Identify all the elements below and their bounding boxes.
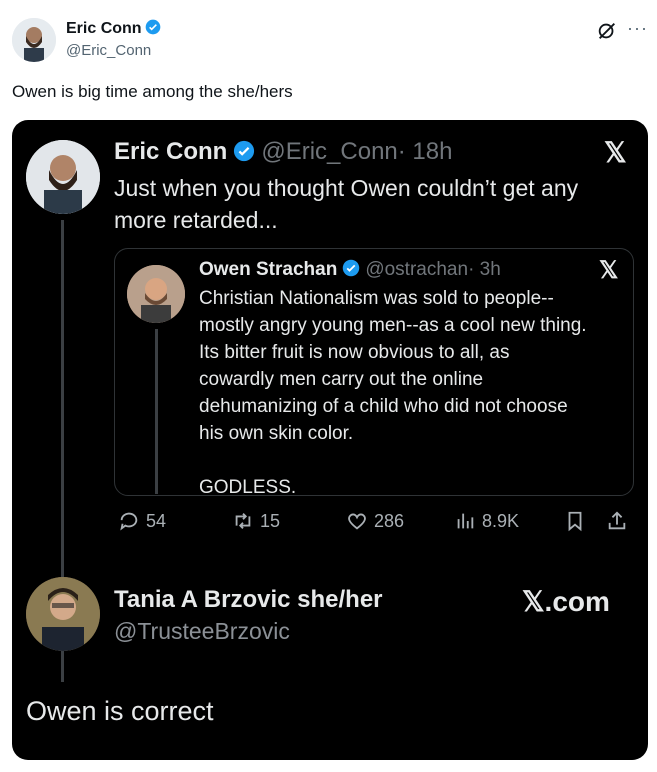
share-action <box>606 510 628 532</box>
bookmark-action <box>564 510 586 532</box>
x-logo-icon: 𝕏 <box>599 257 619 284</box>
quoted-author: Owen Strachan @ostrachan· 3h <box>199 259 501 280</box>
reply-icon <box>120 512 138 531</box>
x-com-watermark: 𝕏.com <box>522 586 610 617</box>
repost-icon <box>235 513 251 529</box>
views-count: 8.9K <box>482 510 520 531</box>
reply-count: 54 <box>146 510 167 531</box>
author-avatar[interactable] <box>12 18 56 62</box>
post-text: Owen is big time among the she/hers <box>12 82 293 101</box>
author-name[interactable]: Eric Conn <box>66 19 161 38</box>
action-bar: 54 15 286 8.9K <box>114 510 634 536</box>
tweet-author-avatar <box>26 140 100 214</box>
bookmark-icon <box>568 511 582 532</box>
tweet-author: Eric Conn @Eric_Conn· 18h <box>114 138 453 165</box>
author-handle[interactable]: @Eric_Conn <box>66 42 151 59</box>
x-logo-icon: 𝕏 <box>604 137 627 168</box>
reply-text: Owen is correct <box>26 696 214 726</box>
quote-thread-line <box>155 329 158 494</box>
heart-icon <box>348 513 366 530</box>
views-action: 8.9K <box>454 510 519 532</box>
grok-icon[interactable] <box>596 20 618 42</box>
quoted-tweet: Owen Strachan @ostrachan· 3h 𝕏 Christian … <box>114 248 634 498</box>
verified-badge-icon <box>145 19 160 35</box>
verified-badge-icon <box>234 140 255 162</box>
like-action: 286 <box>346 510 404 532</box>
reply-author-name: Tania A Brzovic she/her <box>114 586 383 613</box>
quoted-author-avatar <box>127 265 185 323</box>
like-count: 286 <box>374 510 405 531</box>
repost-count: 15 <box>260 510 281 531</box>
reply-author-avatar <box>26 577 100 651</box>
quoted-text: Christian Nationalism was sold to people… <box>199 288 587 498</box>
tweet-text: Just when you thought Owen couldn’t get … <box>114 175 579 233</box>
embedded-screenshot[interactable]: Eric Conn @Eric_Conn· 18h 𝕏 Just when you… <box>12 120 648 760</box>
more-options-icon[interactable]: ··· <box>627 18 648 39</box>
reply-action: 54 <box>118 510 166 532</box>
verified-badge-icon <box>343 259 360 277</box>
reply-author-handle: @TrusteeBrzovic <box>114 618 290 644</box>
views-icon <box>457 513 474 529</box>
share-icon <box>608 511 626 530</box>
repost-action: 15 <box>232 510 280 532</box>
